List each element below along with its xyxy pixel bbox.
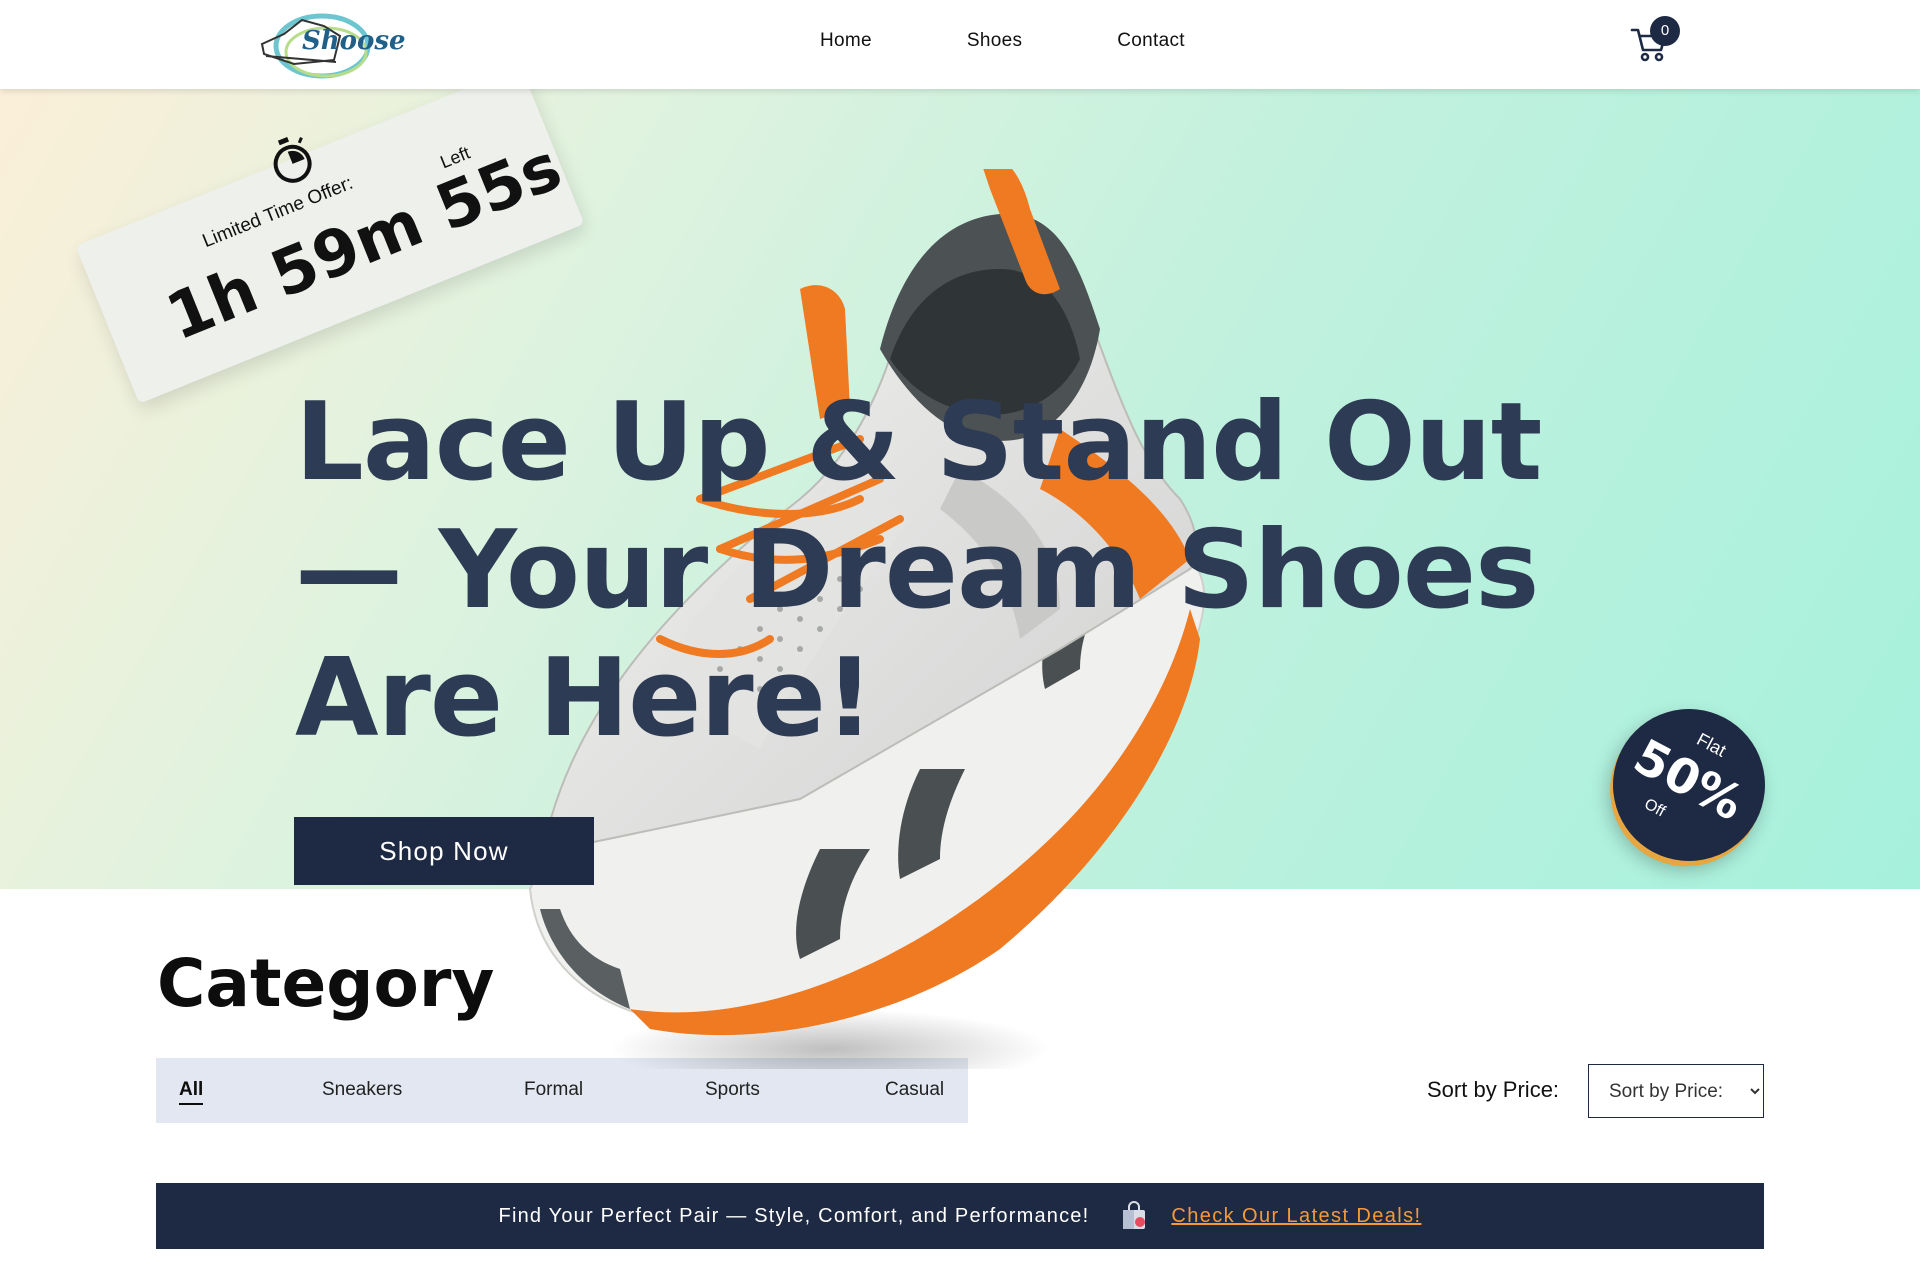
banner-text: Find Your Perfect Pair — Style, Comfort,… (498, 1204, 1090, 1227)
latest-deals-link[interactable]: Check Our Latest Deals! (1171, 1205, 1421, 1228)
discount-badge: Flat 50% Off (1586, 682, 1792, 888)
category-tab-sports[interactable]: Sports (705, 1079, 760, 1101)
logo-text: Shoose (302, 26, 406, 56)
hero-title: Lace Up & Stand Out — Your Dream Shoes A… (295, 380, 1542, 761)
category-tab-all[interactable]: All (179, 1079, 204, 1105)
nav-contact[interactable]: Contact (1117, 30, 1185, 52)
category-tab-sneakers[interactable]: Sneakers (322, 1079, 402, 1101)
sort-label: Sort by Price: (1427, 1077, 1560, 1102)
badge-off-text: Off (1641, 795, 1668, 821)
nav-home[interactable]: Home (820, 30, 872, 52)
cart-count-badge: 0 (1650, 16, 1680, 46)
shop-now-button[interactable]: Shop Now (294, 817, 594, 885)
category-tab-casual[interactable]: Casual (885, 1079, 944, 1101)
nav-shoes[interactable]: Shoes (967, 30, 1022, 52)
shopping-bag-icon (1123, 1201, 1146, 1229)
category-title: Category (157, 945, 495, 1022)
logo[interactable]: Shoose (254, 6, 406, 86)
badge-percent: 50% (1624, 728, 1753, 832)
category-tab-formal[interactable]: Formal (524, 1079, 583, 1101)
site-header: Shoose Home Shoes Contact 0 (0, 0, 1920, 89)
main-nav: Home Shoes Contact (820, 30, 1280, 52)
sort-by-price-select[interactable]: Sort by Price: (1588, 1064, 1764, 1118)
promo-banner: Find Your Perfect Pair — Style, Comfort,… (156, 1183, 1764, 1249)
